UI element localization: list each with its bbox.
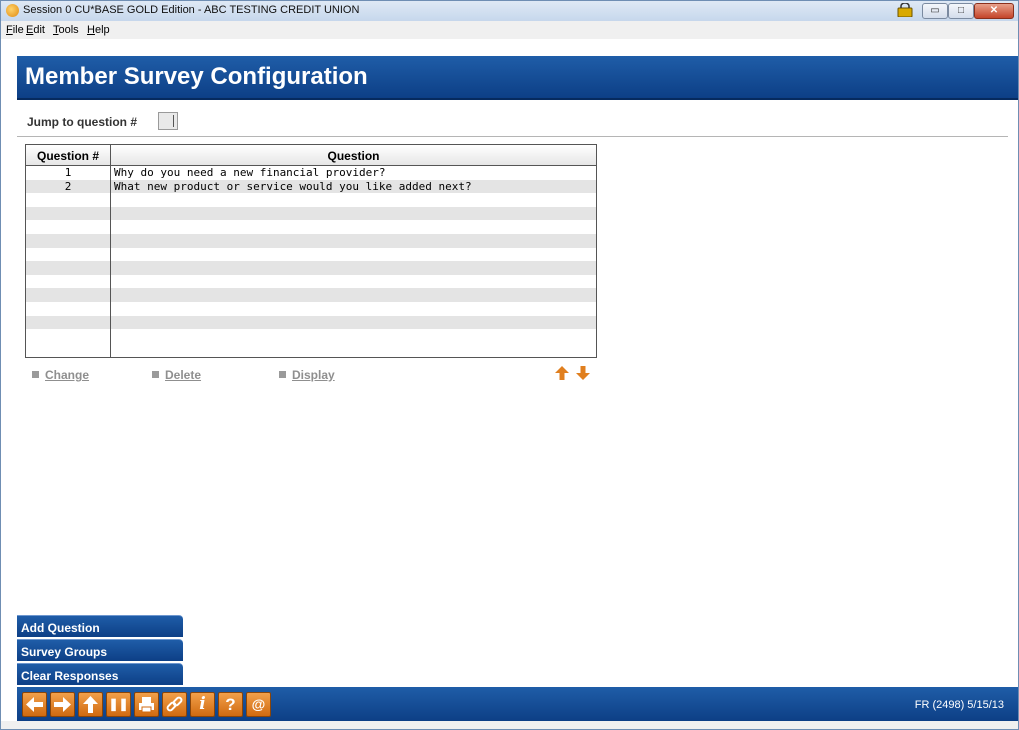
bottom-strip [1,721,1018,729]
app-window: Session 0 CU*BASE GOLD Edition - ABC TES… [0,0,1019,730]
back-icon[interactable] [22,692,47,717]
table-row[interactable] [26,261,596,275]
display-label: Display [292,368,335,382]
up-icon[interactable] [78,692,103,717]
back-arrow-glyph [26,697,43,712]
question-text-cell: Why do you need a new financial provider… [114,166,386,179]
table-row[interactable] [26,275,596,289]
minimize-button[interactable]: ▭ [922,3,948,19]
bullet-icon [152,371,159,378]
bullet-icon [279,371,286,378]
status-code: FR (2498) 5/15/13 [914,699,1004,711]
survey-groups-button[interactable]: Survey Groups [17,639,183,661]
column-divider [110,145,111,357]
display-action[interactable]: Display [279,368,335,382]
scroll-up-icon[interactable] [554,365,570,381]
delete-action[interactable]: Delete [152,368,201,382]
table-header: Question # Question [26,145,596,166]
add-question-button[interactable]: Add Question [17,615,183,637]
table-row[interactable] [26,315,596,330]
question-text-cell: What new product or service would you li… [114,179,472,193]
close-button[interactable]: ✕ [974,3,1014,19]
table-row[interactable] [26,193,596,207]
table-row[interactable] [26,233,596,248]
help-icon[interactable]: ? [218,692,243,717]
info-icon[interactable]: i [190,692,215,717]
table-row[interactable] [26,206,596,221]
pause-icon[interactable]: ❚❚ [106,692,131,717]
menu-help[interactable]: Help [87,24,110,36]
table-row[interactable]: 2 What new product or service would you l… [26,179,596,194]
window-title: Session 0 CU*BASE GOLD Edition - ABC TES… [23,4,360,16]
jump-label: Jump to question # [27,115,138,129]
print-icon[interactable] [134,692,159,717]
question-number-cell: 2 [64,179,72,193]
menu-edit[interactable]: Edit [26,24,45,36]
column-header-number: Question # [36,149,99,163]
forward-arrow-glyph [54,697,71,712]
table-row[interactable] [26,302,596,316]
app-icon [6,4,19,17]
menu-file[interactable]: File [6,24,24,36]
table-row[interactable] [26,329,596,343]
change-action[interactable]: Change [32,368,89,382]
up-arrow-glyph [83,696,98,713]
menu-tools[interactable]: Tools [53,24,79,36]
link-icon[interactable] [162,692,187,717]
change-label: Change [45,368,90,382]
table-row[interactable] [26,220,596,234]
jump-to-question-input[interactable] [158,112,178,130]
forward-icon[interactable] [50,692,75,717]
scroll-down-icon[interactable] [575,365,591,381]
chain-glyph [166,696,183,712]
menu-bar: File Edit Tools Help [1,21,1018,39]
printer-glyph [139,697,154,713]
delete-label: Delete [165,368,202,382]
lock-icon[interactable] [896,3,914,17]
maximize-button[interactable]: □ [948,3,974,19]
table-row[interactable]: 1 Why do you need a new financial provide… [26,166,596,180]
title-bar: Session 0 CU*BASE GOLD Edition - ABC TES… [1,1,1018,21]
table-body: 1 Why do you need a new financial provide… [26,166,596,343]
bullet-icon [32,371,39,378]
divider [17,136,1008,137]
bottom-toolbar: ❚❚ i ? @ FR (2498) 5/15/13 [17,687,1018,721]
page-header: Member Survey Configuration [17,56,1018,100]
email-icon[interactable]: @ [246,692,271,717]
question-number-cell: 1 [64,166,72,179]
table-row[interactable] [26,248,596,262]
table-row[interactable] [26,288,596,302]
questions-table: Question # Question 1 Why do you need a n… [25,144,597,358]
column-header-question: Question [327,149,380,163]
page-title: Member Survey Configuration [25,63,368,90]
clear-responses-button[interactable]: Clear Responses [17,663,183,685]
